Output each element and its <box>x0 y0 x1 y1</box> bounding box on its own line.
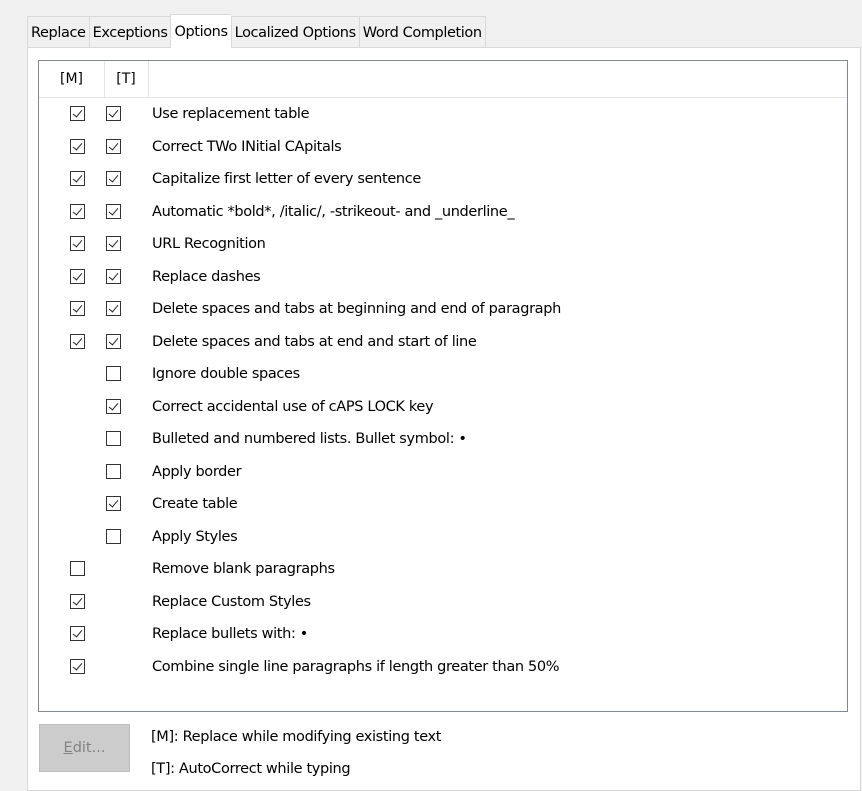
tab-replace[interactable]: Replace <box>27 16 89 48</box>
column-header-t[interactable]: [T] <box>104 61 149 97</box>
checkbox-t[interactable] <box>106 463 121 479</box>
checkbox-t[interactable] <box>106 333 121 349</box>
tab-bar: Replace Exceptions Options Localized Option… <box>27 14 486 48</box>
checkbox-m[interactable] <box>70 268 85 284</box>
checkbox-t[interactable] <box>106 431 121 446</box>
legend-m: [M]: Replace while modifying existing te… <box>151 729 442 745</box>
option-label: Bulleted and numbered lists. Bullet symb… <box>152 431 467 447</box>
checkbox-m[interactable] <box>70 138 85 154</box>
checkbox-t[interactable] <box>106 138 121 154</box>
checkbox-m[interactable] <box>70 626 85 641</box>
checkbox-t[interactable] <box>106 398 121 414</box>
option-row[interactable]: Replace bullets with: • <box>39 618 847 651</box>
checkbox-m[interactable] <box>70 658 85 674</box>
checkbox-t[interactable] <box>106 268 121 284</box>
checkbox-m[interactable] <box>70 236 85 251</box>
tab-localized-options[interactable]: Localized Options <box>230 16 359 48</box>
option-label: Delete spaces and tabs at end and start … <box>152 333 477 350</box>
option-row[interactable]: Correct accidental use of cAPS LOCK key <box>39 391 847 424</box>
option-label: Combine single line paragraphs if length… <box>152 658 560 675</box>
legend-t: [T]: AutoCorrect while typing <box>151 761 351 777</box>
checkbox-t[interactable] <box>106 366 121 381</box>
checkbox-t[interactable] <box>106 203 121 219</box>
column-header-m[interactable]: [M] <box>39 61 105 97</box>
option-row[interactable]: Create table <box>39 488 847 521</box>
option-row[interactable]: Combine single line paragraphs if length… <box>39 651 847 684</box>
option-row[interactable]: Delete spaces and tabs at beginning and … <box>39 293 847 326</box>
option-row[interactable]: Correct TWo INitial CApitals <box>39 131 847 164</box>
option-label: Correct accidental use of cAPS LOCK key <box>152 398 434 415</box>
option-label: Apply Styles <box>152 528 238 545</box>
option-row[interactable]: Capitalize first letter of every sentenc… <box>39 163 847 196</box>
checkbox-t[interactable] <box>106 301 121 316</box>
checkbox-m[interactable] <box>70 561 85 576</box>
option-row[interactable]: Use replacement table <box>39 98 847 131</box>
option-label: Apply border <box>152 463 242 480</box>
option-row[interactable]: Bulleted and numbered lists. Bullet symb… <box>39 423 847 456</box>
option-label: URL Recognition <box>152 236 266 252</box>
option-label: Create table <box>152 496 238 512</box>
options-list: [M] [T] Use replacement table Correct TWo… <box>38 60 848 712</box>
options-rows: Use replacement table Correct TWo INitial… <box>39 98 847 683</box>
checkbox-m[interactable] <box>70 593 85 609</box>
option-label: Use replacement table <box>152 106 310 122</box>
tab-options[interactable]: Options <box>170 14 231 48</box>
option-label: Automatic *bold*, /italic/, -strikeout- … <box>152 203 515 220</box>
option-row[interactable]: Apply Styles <box>39 521 847 554</box>
checkbox-t[interactable] <box>106 171 121 186</box>
edit-button-label: dit... <box>72 740 106 756</box>
checkbox-t[interactable] <box>106 236 121 251</box>
option-label: Delete spaces and tabs at beginning and … <box>152 301 561 317</box>
edit-button[interactable]: Edit... <box>39 724 130 772</box>
checkbox-t[interactable] <box>106 496 121 511</box>
tab-word-completion[interactable]: Word Completion <box>358 16 486 48</box>
option-label: Remove blank paragraphs <box>152 561 335 577</box>
checkbox-t[interactable] <box>106 528 121 544</box>
option-row[interactable]: Ignore double spaces <box>39 358 847 391</box>
option-label: Ignore double spaces <box>152 366 300 382</box>
tab-exceptions[interactable]: Exceptions <box>88 16 171 48</box>
checkbox-m[interactable] <box>70 106 85 121</box>
option-label: Capitalize first letter of every sentenc… <box>152 171 421 187</box>
option-row[interactable]: URL Recognition <box>39 228 847 261</box>
option-row[interactable]: Apply border <box>39 456 847 489</box>
options-panel: [M] [T] Use replacement table Correct TWo… <box>27 47 861 791</box>
option-row[interactable]: Delete spaces and tabs at end and start … <box>39 326 847 359</box>
option-row[interactable]: Automatic *bold*, /italic/, -strikeout- … <box>39 196 847 229</box>
option-row[interactable]: Remove blank paragraphs <box>39 553 847 586</box>
option-label: Replace bullets with: • <box>152 626 308 642</box>
checkbox-t[interactable] <box>106 106 121 121</box>
checkbox-m[interactable] <box>70 171 85 186</box>
checkbox-m[interactable] <box>70 333 85 349</box>
option-label: Correct TWo INitial CApitals <box>152 138 342 155</box>
edit-button-mnemonic: E <box>63 740 73 756</box>
option-label: Replace Custom Styles <box>152 593 311 610</box>
checkbox-m[interactable] <box>70 203 85 219</box>
option-row[interactable]: Replace Custom Styles <box>39 586 847 619</box>
option-row[interactable]: Replace dashes <box>39 261 847 294</box>
option-label: Replace dashes <box>152 268 261 285</box>
checkbox-m[interactable] <box>70 301 85 316</box>
list-header: [M] [T] <box>39 61 847 98</box>
